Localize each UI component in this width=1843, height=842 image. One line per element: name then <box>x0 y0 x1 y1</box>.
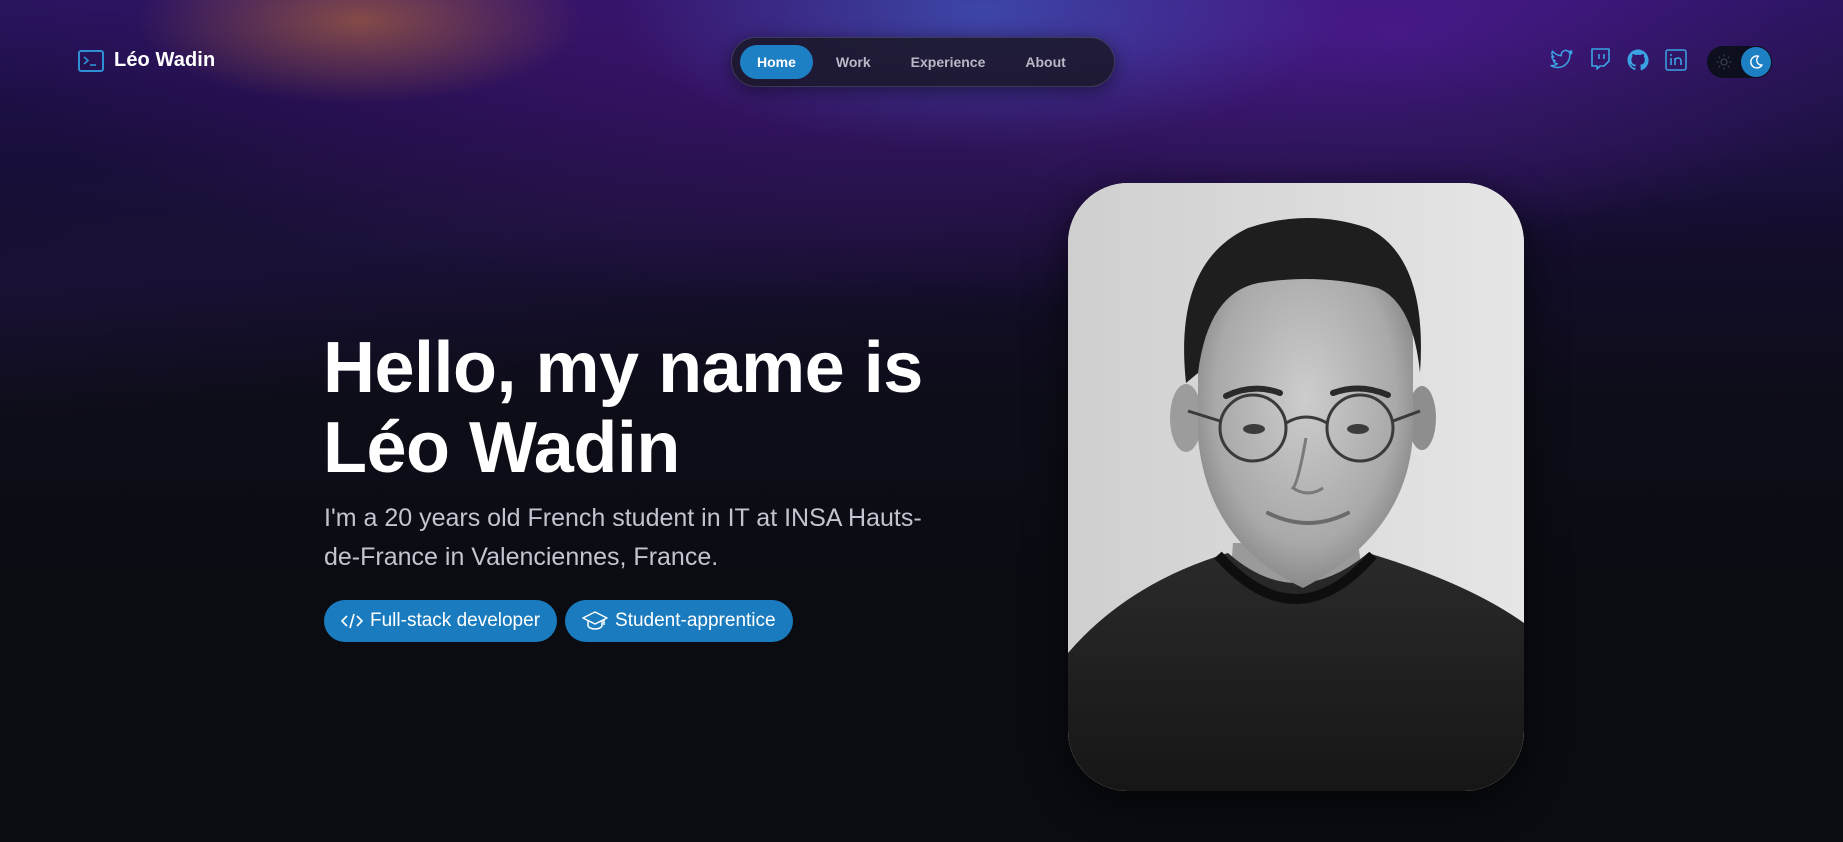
tag-full-stack[interactable]: Full-stack developer <box>324 600 558 642</box>
nav-item-work[interactable]: Work <box>819 45 888 79</box>
role-tags: Full-stack developer Student-apprentice <box>324 600 793 642</box>
twitter-icon[interactable] <box>1550 48 1574 72</box>
brand-name: Léo Wadin <box>114 49 216 71</box>
tag-label: Student-apprentice <box>615 610 776 631</box>
hero-title: Hello, my name is Léo Wadin <box>323 328 923 488</box>
nav-item-experience[interactable]: Experience <box>894 45 1003 79</box>
tag-label: Full-stack developer <box>370 610 541 631</box>
hero-subtitle: I'm a 20 years old French student in IT … <box>324 504 922 571</box>
graduation-cap-icon <box>582 610 608 632</box>
twitch-icon[interactable] <box>1588 48 1612 72</box>
social-links <box>1550 48 1688 72</box>
github-icon[interactable] <box>1626 48 1650 72</box>
theme-toggle[interactable] <box>1707 46 1772 78</box>
moon-icon <box>1741 47 1771 77</box>
nav-item-home[interactable]: Home <box>740 45 813 79</box>
linkedin-icon[interactable] <box>1664 48 1688 72</box>
code-icon <box>341 612 363 630</box>
hero-title-line2: Léo Wadin <box>323 408 680 488</box>
nav-item-about[interactable]: About <box>1008 45 1082 79</box>
main-nav: Home Work Experience About <box>731 37 1115 87</box>
profile-photo <box>1068 183 1524 791</box>
brand-link[interactable]: Léo Wadin <box>78 49 215 72</box>
terminal-icon <box>78 49 104 72</box>
sun-icon <box>1716 54 1732 75</box>
page: Léo Wadin Home Work Experience About Hel… <box>0 0 1843 842</box>
tag-student-apprentice[interactable]: Student-apprentice <box>565 600 793 642</box>
hero-title-line1: Hello, my name is <box>323 328 923 408</box>
